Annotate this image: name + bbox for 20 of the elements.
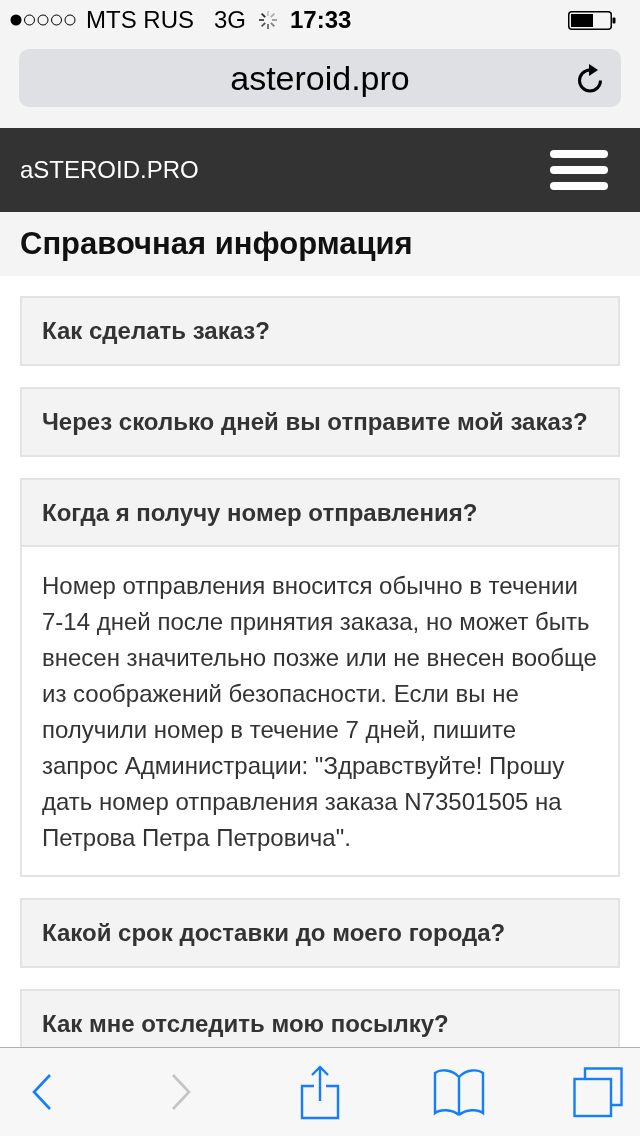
- tabs-icon: [572, 1066, 624, 1118]
- menu-button[interactable]: [550, 150, 608, 190]
- reload-icon: [576, 63, 604, 93]
- menu-icon: [550, 150, 608, 190]
- faq-question[interactable]: Через сколько дней вы отправите мой заказ?: [20, 387, 620, 457]
- faq-question[interactable]: Как мне отследить мою посылку?: [20, 989, 620, 1047]
- faq-question[interactable]: Какой срок доставки до моего города?: [20, 898, 620, 968]
- share-icon: [299, 1064, 341, 1120]
- page-title: Справочная информация: [20, 226, 413, 262]
- address-field[interactable]: asteroid.pro: [19, 49, 621, 107]
- signal-strength-icon: [10, 14, 76, 26]
- network-type: 3G: [214, 6, 246, 34]
- carrier-name: MTS RUS: [86, 6, 194, 34]
- faq-question[interactable]: Как сделать заказ?: [20, 296, 620, 366]
- book-icon: [432, 1067, 486, 1117]
- site-logo[interactable]: aSTEROID.PRO: [20, 156, 199, 184]
- clock-time: 17:33: [290, 6, 352, 34]
- faq-question[interactable]: Когда я получу номер отправления?: [20, 478, 620, 547]
- faq-answer: Номер отправления вносится обычно в течении 7-14 дней после принятия заказа, но может быть внесен значительно позже или не внесен вообще из соображений безопасности. Если вы не получили номер в течение 7 дней, пишите запрос Администрации: "Здравствуйте! Прошу дать номер отправления заказа N73501505 на Петрова Петра Петровича".: [20, 547, 620, 877]
- battery-icon: [568, 10, 616, 30]
